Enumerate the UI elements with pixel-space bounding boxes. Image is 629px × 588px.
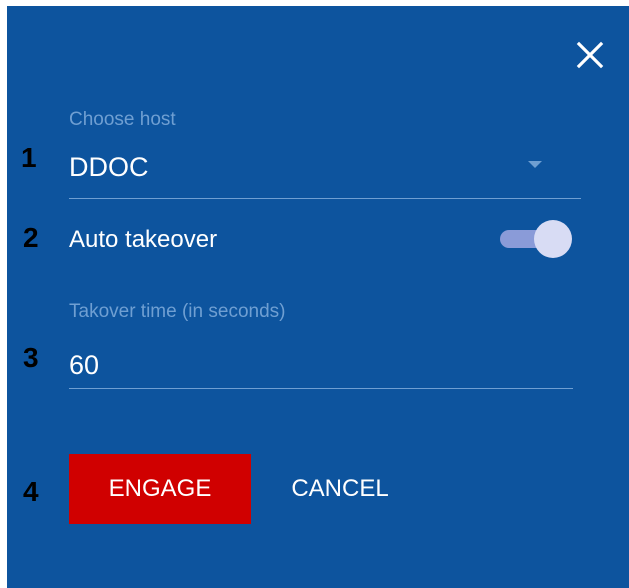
takeover-time-input[interactable]: [69, 344, 573, 386]
step-number-2: 2: [23, 222, 39, 253]
host-field-label: Choose host: [69, 109, 176, 130]
toggle-knob: [534, 220, 572, 258]
engage-button[interactable]: ENGAGE: [69, 454, 251, 524]
host-select-value: DDOC: [69, 152, 149, 182]
takeover-time-label: Takover time (in seconds): [69, 301, 286, 322]
step-number-4: 4: [23, 476, 39, 507]
close-button[interactable]: [575, 40, 605, 70]
takeover-dialog: 1 Choose host DDOC 2 Auto takeover 3 Tak…: [7, 6, 629, 588]
host-select-underline: [69, 198, 581, 199]
step-number-1: 1: [21, 142, 37, 173]
takeover-time-underline: [69, 388, 573, 389]
step-number-3: 3: [23, 342, 39, 373]
host-select[interactable]: DDOC: [69, 144, 581, 198]
auto-takeover-toggle[interactable]: [500, 220, 574, 258]
chevron-down-icon: [528, 161, 542, 168]
close-icon: [576, 41, 604, 69]
auto-takeover-label: Auto takeover: [69, 226, 218, 253]
cancel-button[interactable]: CANCEL: [275, 454, 405, 524]
